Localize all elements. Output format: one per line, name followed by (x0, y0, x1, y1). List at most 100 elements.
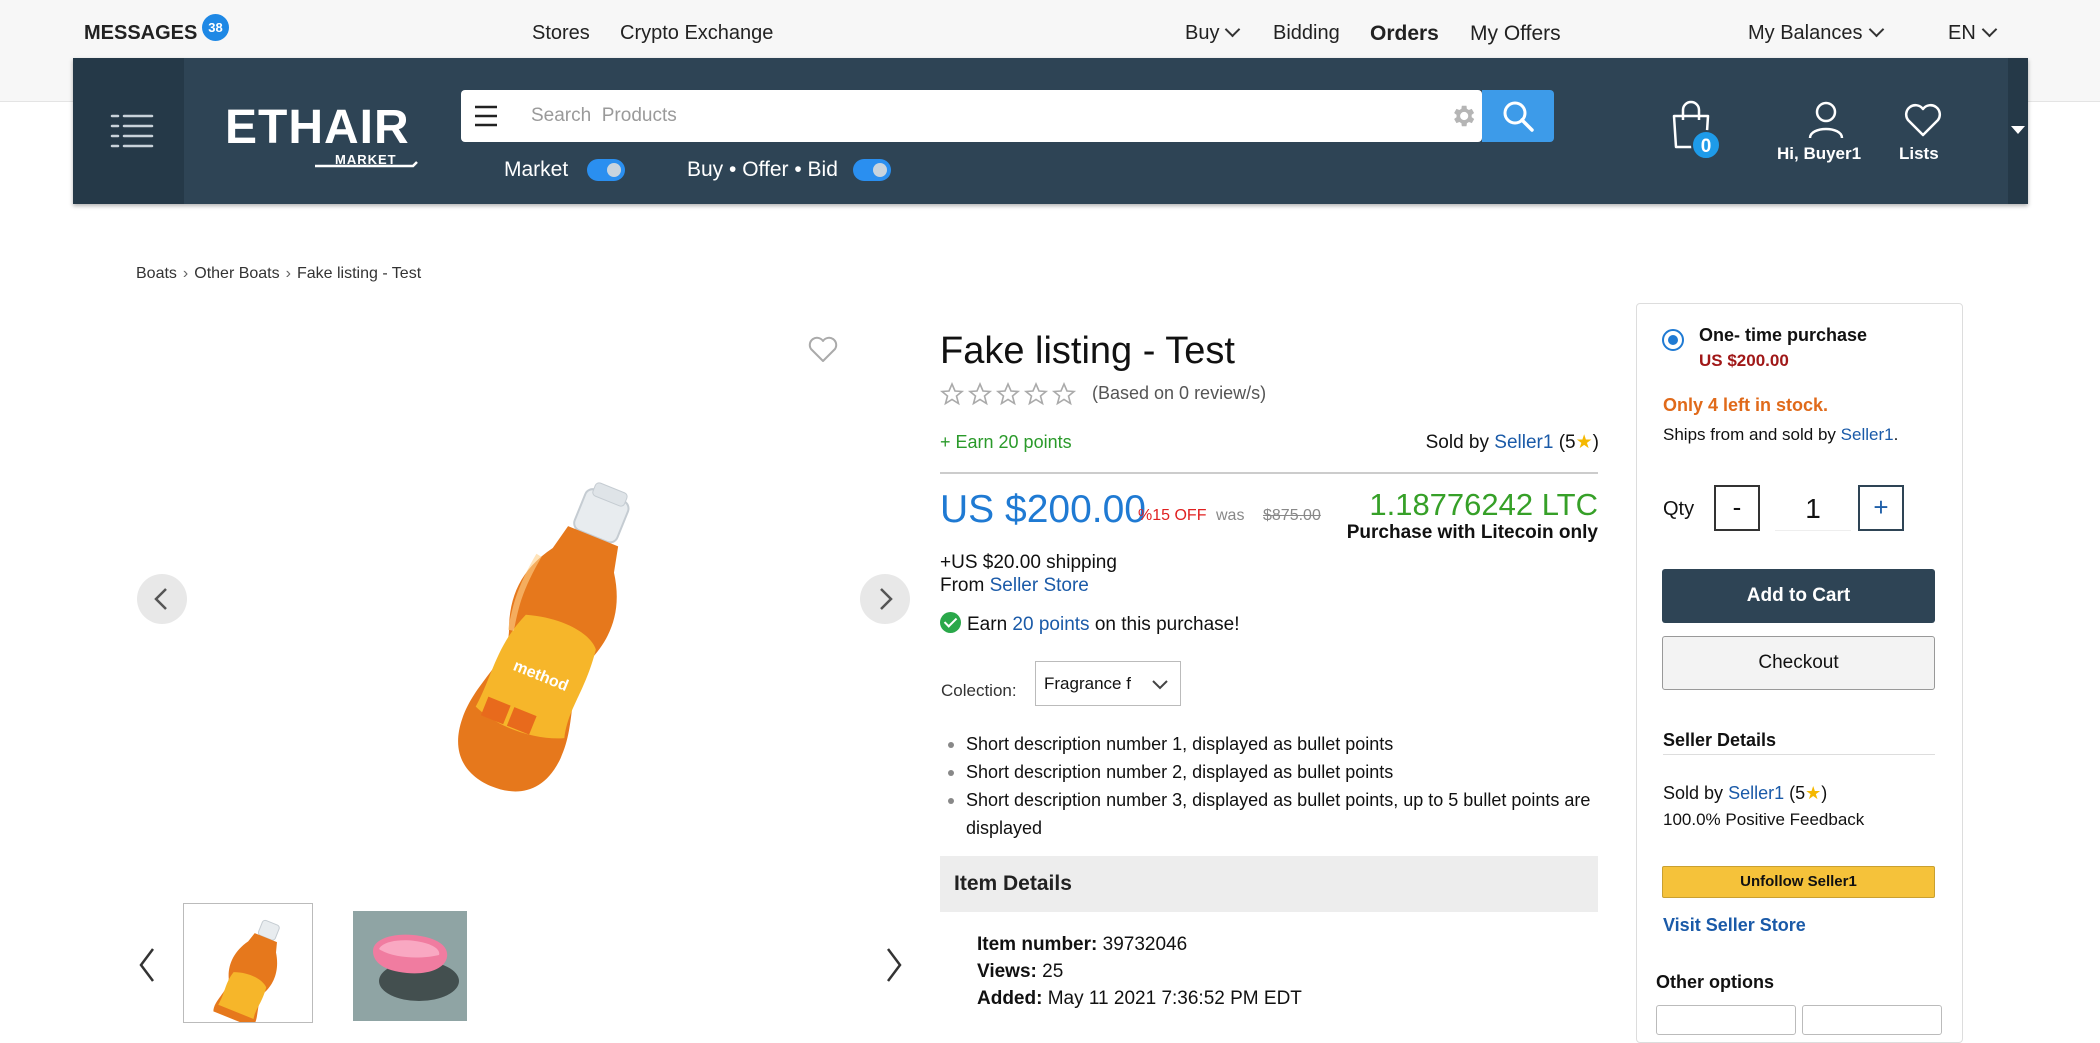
other-options-title: Other options (1656, 972, 1774, 992)
hamburger-menu-button[interactable] (73, 58, 184, 204)
qty-label: Qty (1663, 498, 1695, 520)
earn-purchase-text: Earn 20 points on this purchase! (940, 612, 1240, 636)
star-icon (940, 381, 965, 406)
review-count-text[interactable]: (Based on 0 review/s) (1092, 383, 1266, 404)
item-details-header: Item Details (940, 856, 1598, 912)
unfollow-seller-button[interactable]: Unfollow Seller1 (1662, 866, 1935, 898)
chevron-down-icon (1225, 21, 1241, 38)
sold-by-prefix: Sold by (1663, 783, 1724, 803)
buy-offer-bid-toggle[interactable] (853, 159, 891, 181)
heart-icon (1905, 104, 1941, 137)
checkout-button[interactable]: Checkout (1662, 636, 1935, 690)
chevron-left-icon (154, 588, 167, 610)
market-toggle[interactable] (587, 159, 625, 181)
language-menu[interactable]: EN (1948, 21, 1998, 45)
from-prefix: From (940, 575, 985, 596)
language-label: EN (1948, 22, 1976, 44)
messages-link[interactable]: MESSAGES (84, 22, 197, 45)
buy-menu-label: Buy (1185, 22, 1220, 44)
qty-input[interactable]: 1 (1775, 487, 1851, 531)
product-title: Fake listing - Test (940, 330, 1235, 372)
other-option-button[interactable] (1802, 1005, 1942, 1035)
seller-link[interactable]: Seller1 (1728, 783, 1784, 803)
colection-selected-value: Fragrance f (1044, 674, 1131, 693)
site-logo[interactable]: ETHAIR MARKET (225, 100, 418, 168)
added-label: Added: (977, 988, 1043, 1009)
check-circle-icon (940, 612, 961, 634)
orders-link[interactable]: Orders (1370, 22, 1439, 46)
price: US $200.00 (940, 488, 1146, 531)
colection-label: Colection: (941, 681, 1017, 700)
search-input[interactable] (531, 100, 1331, 132)
star-icon (995, 381, 1021, 406)
image-next-button[interactable] (860, 574, 910, 624)
thumbnail-prev-icon[interactable] (135, 945, 159, 985)
thumbnail-detergent[interactable] (183, 903, 313, 1023)
sold-by-prefix: Sold by (1425, 432, 1489, 453)
my-balances-label: My Balances (1748, 22, 1863, 44)
image-prev-button[interactable] (137, 574, 187, 624)
item-number-value: 39732046 (1102, 934, 1188, 955)
one-time-purchase-price: US $200.00 (1699, 351, 1789, 370)
item-number-row: Item number: 39732046 (977, 934, 1187, 956)
qty-increment-button[interactable]: + (1858, 485, 1904, 531)
bidding-link[interactable]: Bidding (1273, 22, 1340, 45)
seller-rating-close: ) (1592, 432, 1599, 453)
divider (940, 472, 1598, 474)
thumbnail-soap[interactable] (353, 911, 467, 1021)
earn-points-link[interactable]: + Earn 20 points (940, 432, 1072, 453)
main-header: ETHAIR MARKET Market Buy • Offer • Bid 0 (73, 58, 2028, 204)
seller-details-title: Seller Details (1663, 730, 1777, 750)
earn-points-value[interactable]: 20 points (1012, 614, 1089, 635)
lists-label[interactable]: Lists (1899, 144, 1939, 164)
search-bar (461, 90, 1482, 142)
other-option-button[interactable] (1656, 1005, 1796, 1035)
rating-stars (940, 381, 1077, 406)
ships-from-text: Ships from and sold by Seller1. (1663, 425, 1898, 445)
one-time-purchase-radio[interactable] (1662, 329, 1684, 351)
ltc-price: 1.18776242 LTC (1369, 487, 1598, 522)
thumbnail-next-icon[interactable] (882, 945, 906, 985)
caret-down-icon (2011, 126, 2025, 134)
views-row: Views: 25 (977, 961, 1063, 983)
ships-seller-link[interactable]: Seller1 (1841, 425, 1894, 444)
add-to-cart-button[interactable]: Add to Cart (1662, 569, 1935, 623)
views-value: 25 (1042, 961, 1064, 982)
qty-decrement-button[interactable]: - (1714, 485, 1760, 531)
shipping-cost: +US $20.00 shipping (940, 552, 1117, 573)
my-offers-link[interactable]: My Offers (1470, 22, 1561, 46)
ltc-note: Purchase with Litecoin only (1346, 522, 1598, 543)
seller-link[interactable]: Seller1 (1494, 432, 1553, 453)
ships-prefix: Ships from and sold by (1663, 425, 1836, 444)
crypto-exchange-link[interactable]: Crypto Exchange (620, 22, 773, 45)
seller-rating: (5 (1789, 783, 1806, 803)
buy-menu[interactable]: Buy (1185, 21, 1241, 45)
added-row: Added: May 11 2021 7:36:52 PM EDT (977, 988, 1302, 1010)
breadcrumb-item-other-boats[interactable]: Other Boats (194, 265, 279, 282)
one-time-purchase-label[interactable]: One- time purchase (1699, 325, 1867, 346)
my-balances-menu[interactable]: My Balances (1748, 21, 1884, 45)
seller-store-link[interactable]: Seller Store (990, 575, 1089, 596)
item-number-label: Item number: (977, 934, 1098, 955)
added-value: May 11 2021 7:36:52 PM EDT (1047, 988, 1302, 1009)
earn-suffix: on this purchase! (1094, 614, 1240, 635)
search-button[interactable] (1482, 90, 1554, 142)
category-menu-icon[interactable] (473, 104, 499, 128)
header-dropdown-button[interactable] (2008, 58, 2028, 204)
breadcrumb-separator: › (285, 265, 291, 282)
search-icon (1503, 101, 1534, 132)
gear-icon[interactable] (1449, 102, 1477, 130)
user-greeting[interactable]: Hi, Buyer1 (1777, 144, 1861, 164)
breadcrumb-item-current: Fake listing - Test (296, 265, 422, 282)
chevron-down-icon (1981, 21, 1998, 38)
star-icon (1023, 381, 1049, 406)
breadcrumb-item-boats[interactable]: Boats (136, 265, 177, 282)
list-item: Short description number 1, displayed as… (948, 730, 1606, 758)
sold-by-text: Sold by Seller1 (5★) (1426, 431, 1599, 454)
favorite-heart-icon[interactable] (808, 336, 838, 364)
colection-select[interactable]: Fragrance f (1035, 661, 1181, 706)
stores-link[interactable]: Stores (532, 22, 590, 45)
logo-swoosh (315, 161, 418, 168)
messages-count-badge: 38 (202, 14, 229, 41)
visit-seller-store-link[interactable]: Visit Seller Store (1663, 915, 1806, 936)
